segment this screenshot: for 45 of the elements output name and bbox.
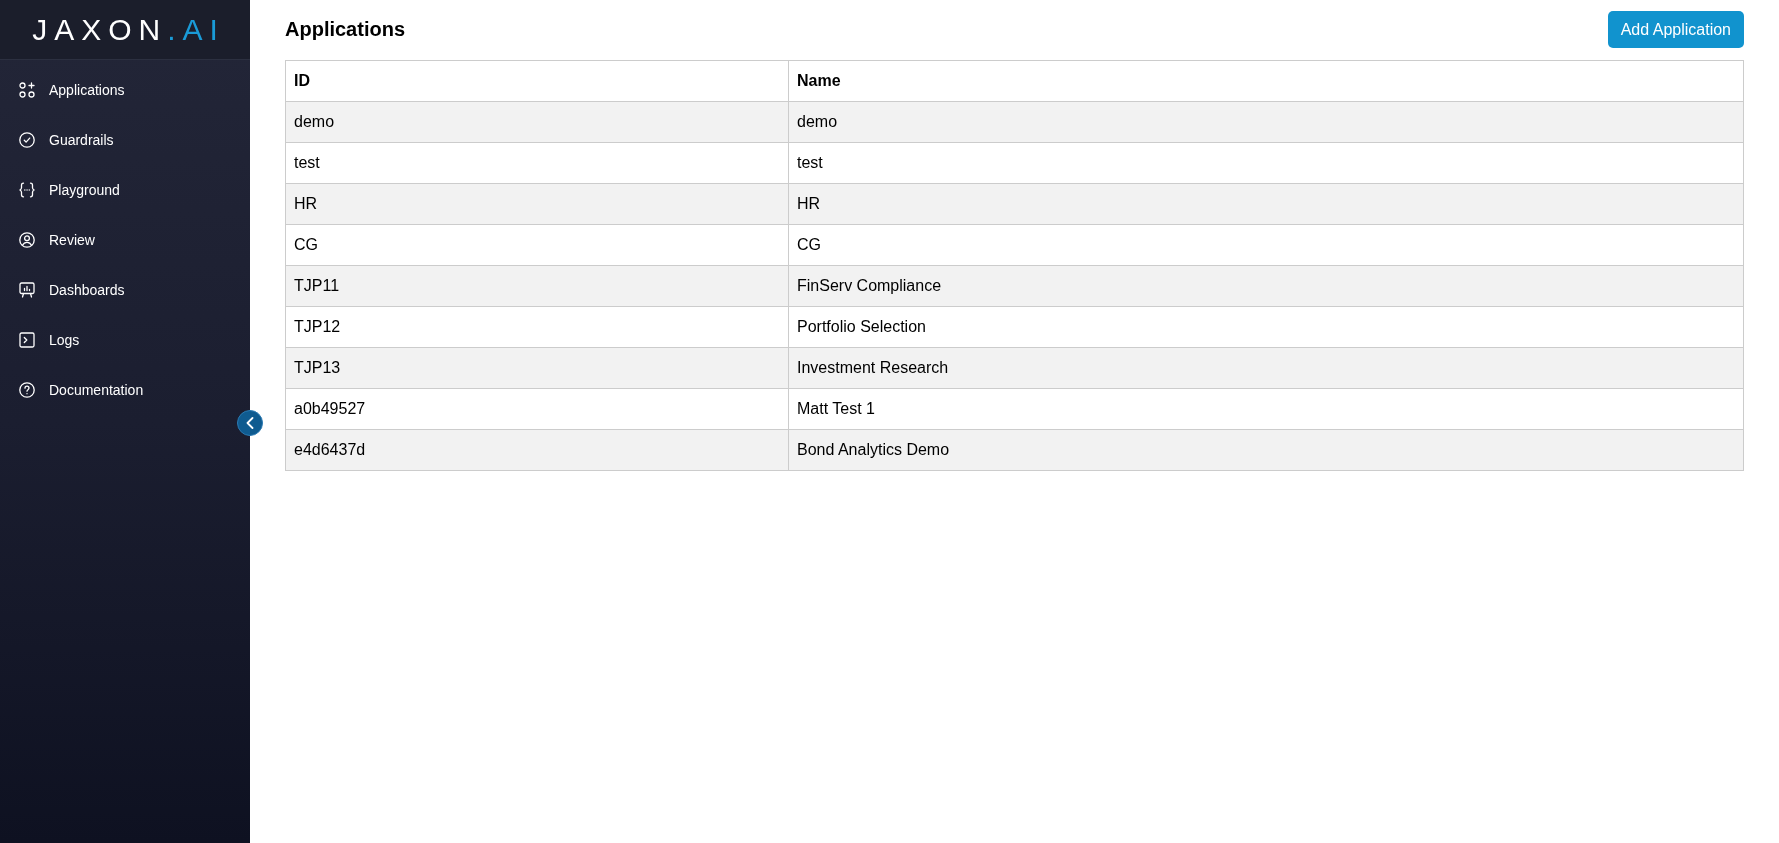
nav-label: Review	[49, 232, 95, 248]
terminal-icon	[19, 332, 35, 348]
table-cell: TJP11	[285, 265, 789, 307]
table-cell: HR	[788, 183, 1744, 225]
table-cell: CG	[788, 224, 1744, 266]
table-cell: test	[285, 142, 789, 184]
table-cell: e4d6437d	[285, 429, 789, 471]
table-cell: demo	[788, 101, 1744, 143]
user-circle-icon	[19, 232, 35, 248]
table-cell: HR	[285, 183, 789, 225]
nav-label: Logs	[49, 332, 80, 348]
nav-item[interactable]: Guardrails	[0, 115, 250, 165]
nav-item[interactable]: Logs	[0, 315, 250, 365]
nav-item[interactable]: Dashboards	[0, 265, 250, 315]
check-circle-icon	[19, 132, 35, 148]
nav-item[interactable]: Playground	[0, 165, 250, 215]
logo: JAXON.AI	[32, 14, 225, 45]
nav-item[interactable]: Review	[0, 215, 250, 265]
nav-label: Applications	[49, 82, 125, 98]
help-icon	[19, 382, 35, 398]
table-cell: FinServ Compliance	[788, 265, 1744, 307]
chevron-left-icon	[246, 417, 254, 429]
apps-grid-icon	[19, 82, 35, 98]
presentation-board-icon	[19, 282, 35, 298]
table-cell: CG	[285, 224, 789, 266]
table-cell: TJP13	[285, 347, 789, 389]
table-cell: test	[788, 142, 1744, 184]
table-cell: demo	[285, 101, 789, 143]
table-cell: TJP12	[285, 306, 789, 348]
table-cell: Bond Analytics Demo	[788, 429, 1744, 471]
nav-label: Documentation	[49, 382, 144, 398]
table-cell: Portfolio Selection	[788, 306, 1744, 348]
table-cell: Matt Test 1	[788, 388, 1744, 430]
table-cell: a0b49527	[285, 388, 789, 430]
column-header: Name	[788, 60, 1744, 102]
nav-label: Dashboards	[49, 282, 125, 298]
collapse-button[interactable]	[237, 410, 263, 436]
page-title: Applications	[285, 18, 405, 41]
braces-icon	[19, 182, 35, 198]
table-cell: Investment Research	[788, 347, 1744, 389]
nav-item[interactable]: Documentation	[0, 365, 250, 415]
nav-label: Guardrails	[49, 132, 114, 148]
nav-label: Playground	[49, 182, 120, 198]
column-header: ID	[285, 60, 789, 102]
nav-item[interactable]: Applications	[0, 65, 250, 115]
